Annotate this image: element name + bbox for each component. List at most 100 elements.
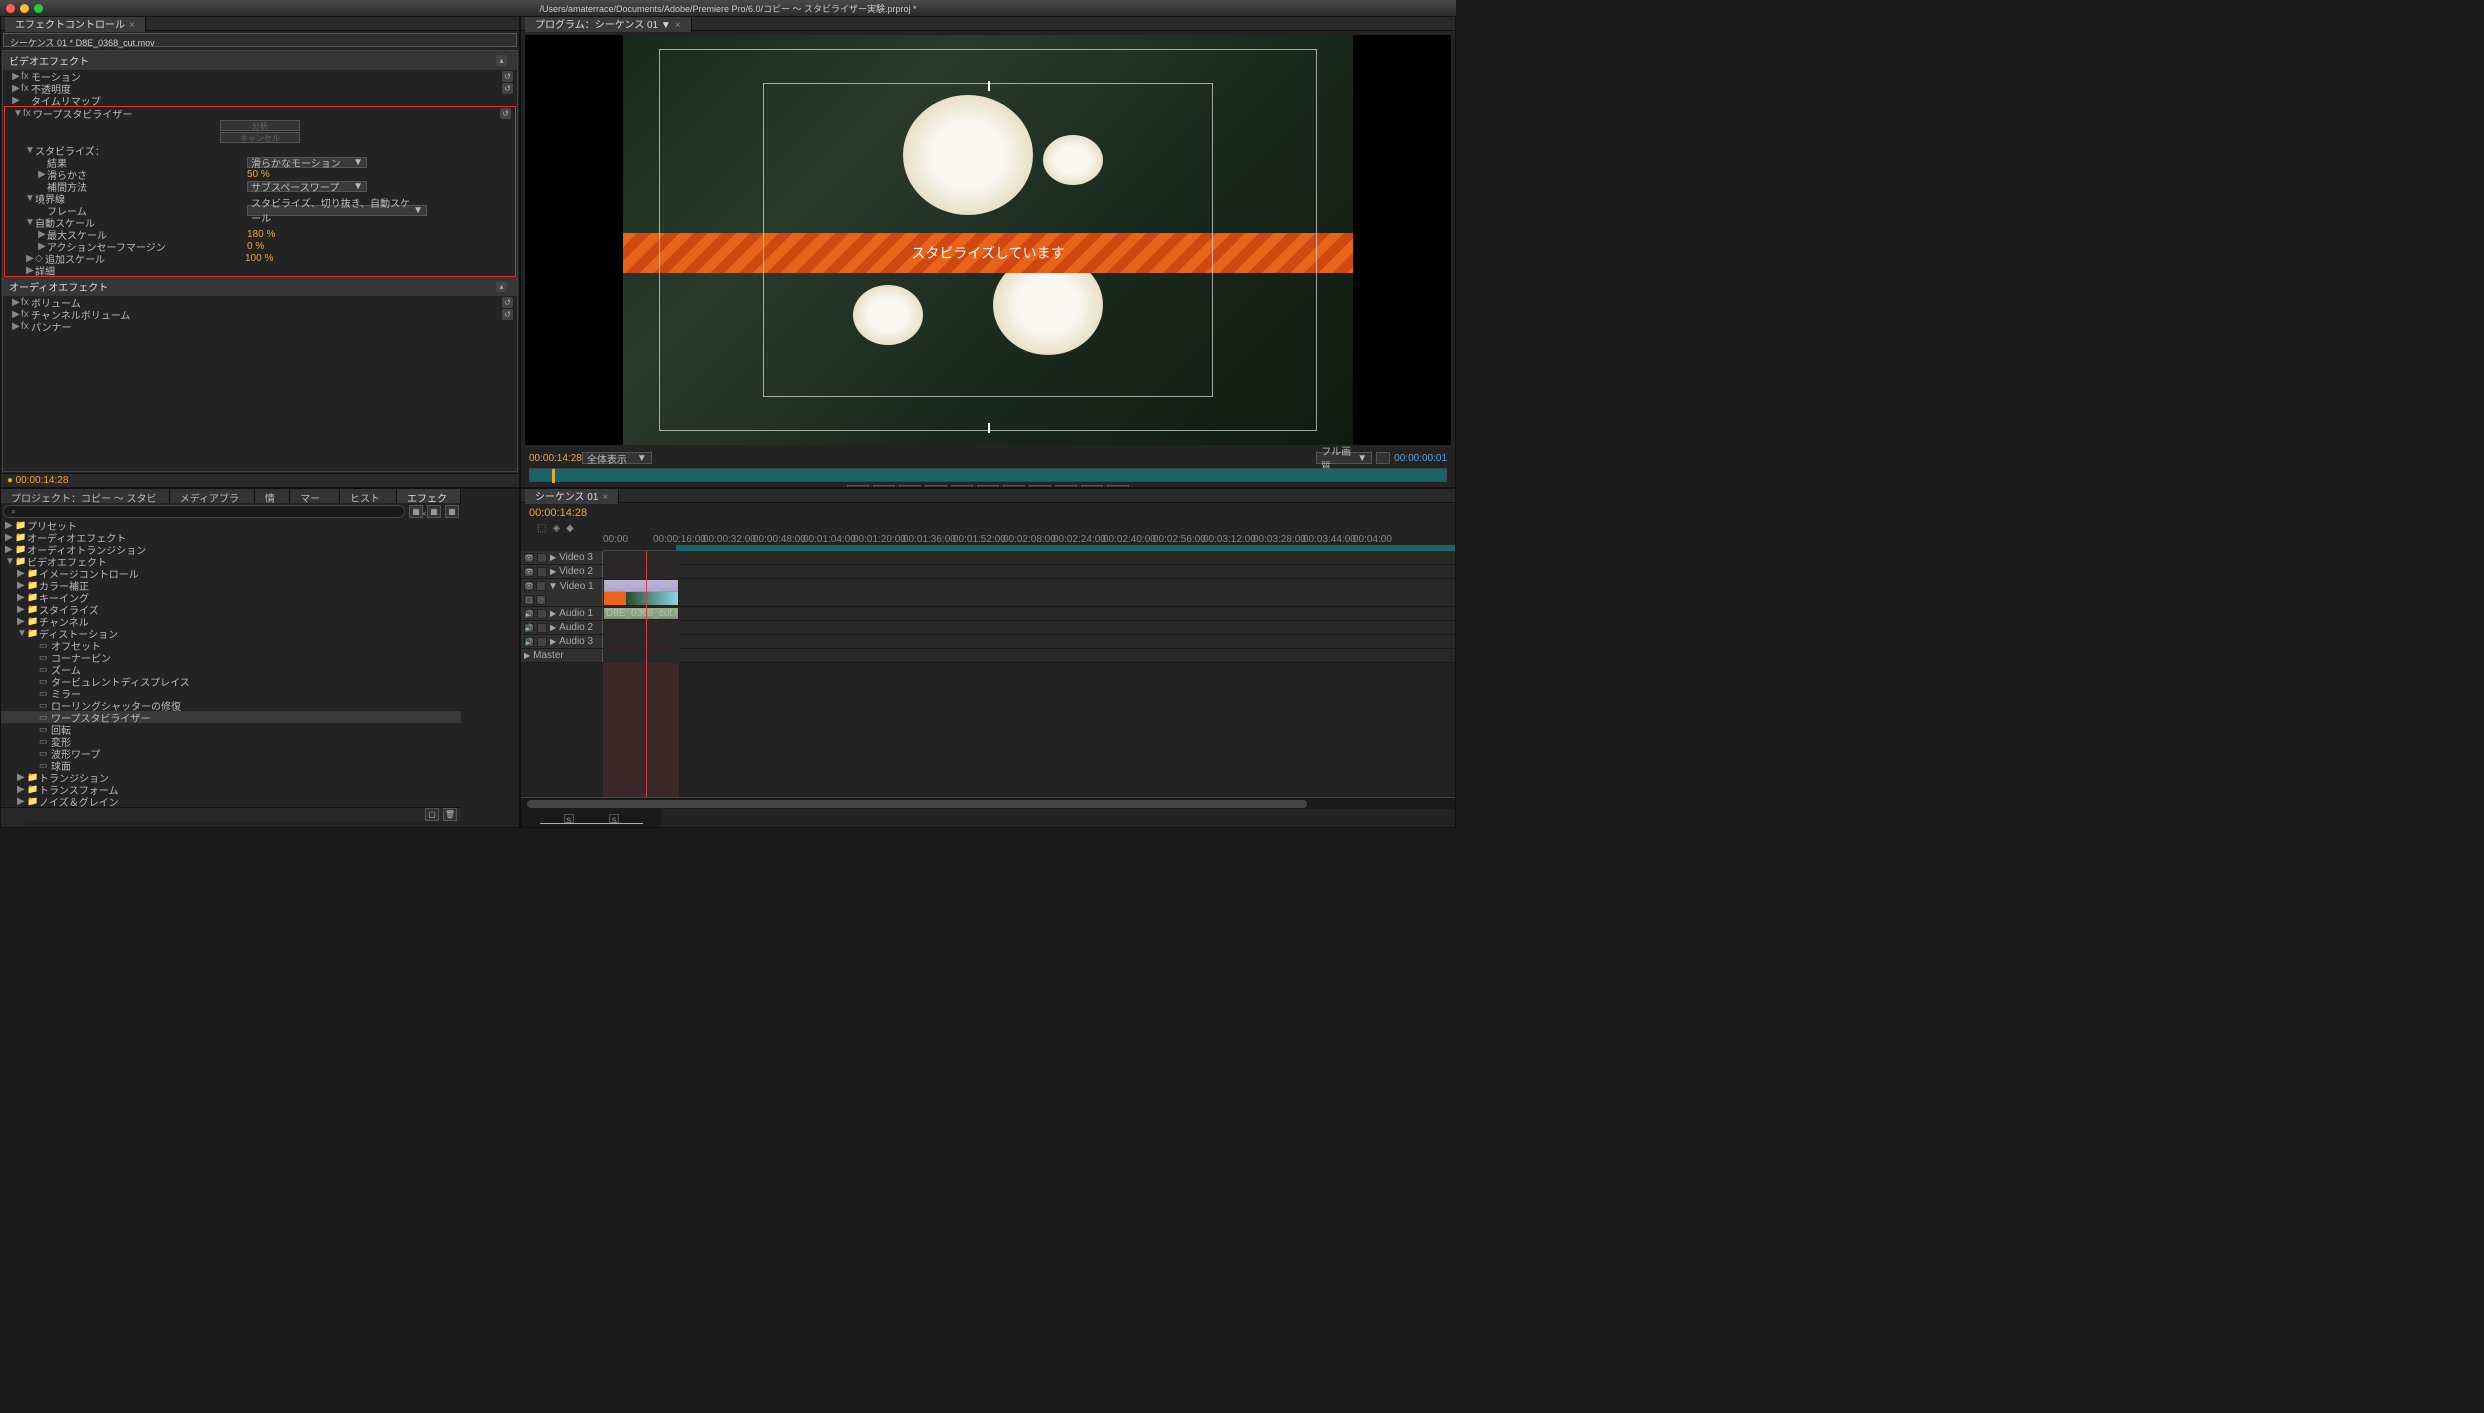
handle-icon[interactable]: [988, 423, 990, 433]
close-window-icon[interactable]: [6, 4, 15, 13]
quality-dropdown[interactable]: フル画質▼: [1316, 452, 1372, 464]
cancel-button[interactable]: キャンセル: [220, 132, 300, 143]
lock-icon[interactable]: [537, 623, 547, 633]
playhead-icon[interactable]: [552, 469, 555, 483]
settings-icon[interactable]: [1376, 452, 1390, 464]
lock-icon[interactable]: [536, 581, 546, 591]
twirl-icon[interactable]: ▼: [13, 108, 23, 119]
twirl-icon[interactable]: ▶: [17, 580, 27, 591]
twirl-icon[interactable]: ▶: [17, 592, 27, 603]
search-input[interactable]: [3, 505, 405, 518]
twirl-icon[interactable]: ▶: [5, 520, 15, 531]
program-timecode-left[interactable]: 00:00:14:28: [529, 453, 582, 464]
frame-dropdown[interactable]: スタビライズ、切り抜き、自動スケール▼: [247, 205, 427, 216]
fx-icon[interactable]: fx: [21, 309, 31, 320]
zoom-window-icon[interactable]: [34, 4, 43, 13]
collapse-icon[interactable]: ▴: [496, 281, 507, 292]
twirl-icon[interactable]: ▶: [11, 83, 21, 94]
reset-icon[interactable]: ↺: [500, 108, 511, 119]
timeline-timecode[interactable]: 00:00:14:28: [521, 503, 1455, 523]
lock-icon[interactable]: [537, 553, 547, 563]
video-clip[interactable]: D8E_0368_cut.mov [V]: [603, 579, 679, 606]
twirl-icon[interactable]: ▶: [11, 95, 21, 106]
twirl-icon[interactable]: ▶: [37, 169, 47, 180]
twirl-icon[interactable]: ▶: [37, 229, 47, 240]
new-bin-icon[interactable]: ▢: [425, 808, 439, 821]
filter-accelerated-icon[interactable]: ▦: [427, 505, 441, 518]
twirl-icon[interactable]: ▶: [11, 321, 21, 332]
zoom-dropdown[interactable]: 全体表示▼: [582, 452, 652, 464]
audio-clip[interactable]: D8E_0368_cut.mov [A]: [603, 607, 679, 620]
tab-info[interactable]: 情報: [255, 489, 290, 503]
snap-icon[interactable]: ⬚: [537, 523, 546, 533]
speaker-icon[interactable]: 🔊: [524, 609, 534, 619]
minimize-window-icon[interactable]: [20, 4, 29, 13]
add-scale-value[interactable]: 100 %: [245, 253, 273, 264]
tab-effect-controls[interactable]: エフェクトコントロール×: [5, 16, 146, 32]
tab-sequence[interactable]: シーケンス 01×: [525, 488, 619, 504]
twirl-icon[interactable]: ▶: [5, 544, 15, 555]
twirl-icon[interactable]: ▶: [17, 784, 27, 795]
effect-warp-stabilizer[interactable]: ワープスタビライザー: [33, 106, 233, 121]
effect-panner[interactable]: パンナー: [31, 319, 231, 334]
filter-yuv-icon[interactable]: ▦: [445, 505, 459, 518]
tab-history[interactable]: ヒストリー: [340, 489, 397, 503]
twirl-icon[interactable]: ▼: [5, 556, 15, 567]
method-dropdown[interactable]: サブスペースワープ▼: [247, 181, 367, 192]
reset-icon[interactable]: ↺: [502, 297, 513, 308]
playhead[interactable]: [646, 551, 647, 797]
twirl-icon[interactable]: ▶: [11, 297, 21, 308]
fx-icon[interactable]: fx: [21, 83, 31, 94]
twirl-icon[interactable]: ▶: [11, 71, 21, 82]
twirl-icon[interactable]: ▶: [17, 604, 27, 615]
track-style-icon[interactable]: ◇: [536, 595, 546, 605]
keyframe-mode-icon[interactable]: ▢: [524, 595, 534, 605]
solo-button[interactable]: s: [609, 814, 619, 823]
tab-media-browser[interactable]: メディアブラウザー: [170, 489, 255, 503]
eye-icon[interactable]: 👁: [524, 581, 534, 591]
action-safe-value[interactable]: 0 %: [247, 241, 264, 252]
twirl-icon[interactable]: ▶: [17, 568, 27, 579]
timeline-scrollbar[interactable]: [521, 797, 1455, 809]
program-viewport[interactable]: スタビライズしています: [525, 35, 1451, 445]
effect-controls-timecode[interactable]: ● 00:00:14:28: [1, 473, 519, 487]
tab-effects[interactable]: エフェクト×: [397, 489, 461, 503]
fx-icon[interactable]: fx: [21, 71, 31, 82]
marker-icon[interactable]: ◆: [566, 523, 574, 533]
solo-button[interactable]: s: [564, 814, 574, 823]
speaker-icon[interactable]: 🔊: [524, 637, 534, 647]
eye-icon[interactable]: 👁: [524, 567, 534, 577]
reset-icon[interactable]: ↺: [502, 71, 513, 82]
reset-icon[interactable]: ↺: [502, 83, 513, 94]
twirl-icon[interactable]: ▶: [25, 253, 35, 264]
timeline-ruler[interactable]: 00:0000:00:16:0000:00:32:0000:00:48:0000…: [603, 533, 1455, 551]
trash-icon[interactable]: 🗑: [443, 808, 457, 821]
twirl-icon[interactable]: ▶: [17, 616, 27, 627]
result-dropdown[interactable]: 滑らかなモーション▼: [247, 157, 367, 168]
twirl-icon[interactable]: ▶: [17, 796, 27, 807]
close-icon[interactable]: ×: [675, 20, 681, 31]
tab-project[interactable]: プロジェクト：コピー 〜 スタビライザー実験: [1, 489, 170, 503]
sync-lock-icon[interactable]: ◈: [552, 523, 560, 533]
speaker-icon[interactable]: 🔊: [524, 623, 534, 633]
twirl-icon[interactable]: ▼: [25, 193, 35, 204]
fx-icon[interactable]: fx: [21, 321, 31, 332]
eye-icon[interactable]: 👁: [524, 553, 534, 563]
reset-icon[interactable]: ↺: [502, 309, 513, 320]
tab-markers[interactable]: マーカー: [290, 489, 340, 503]
folder-item[interactable]: ▶📁ノイズ＆グレイン: [1, 795, 461, 807]
twirl-icon[interactable]: ▶: [5, 532, 15, 543]
twirl-icon[interactable]: ▼: [25, 145, 35, 156]
twirl-icon[interactable]: ▶: [25, 265, 35, 276]
twirl-icon[interactable]: ▼: [17, 628, 27, 639]
fx-icon[interactable]: fx: [21, 297, 31, 308]
max-scale-value[interactable]: 180 %: [247, 229, 275, 240]
lock-icon[interactable]: [537, 567, 547, 577]
twirl-icon[interactable]: ▼: [25, 217, 35, 228]
fx-icon[interactable]: fx: [23, 108, 33, 119]
twirl-icon[interactable]: ▶: [17, 772, 27, 783]
lock-icon[interactable]: [537, 609, 547, 619]
close-icon[interactable]: ×: [602, 492, 608, 503]
tab-program[interactable]: プログラム：シーケンス 01 ▼×: [525, 16, 692, 32]
handle-icon[interactable]: [988, 81, 990, 91]
